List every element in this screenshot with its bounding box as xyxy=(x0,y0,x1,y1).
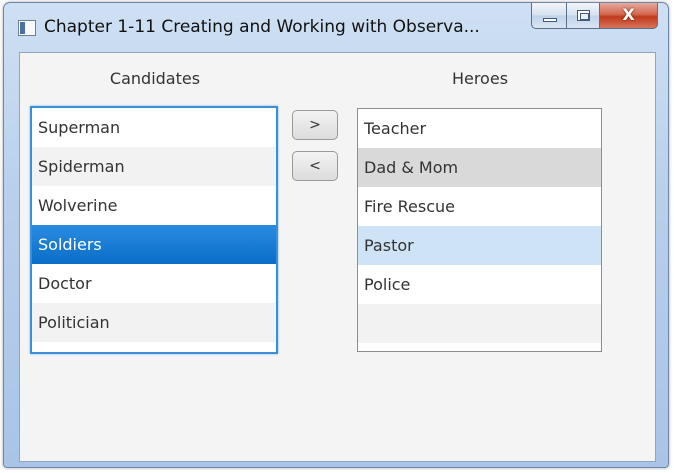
maximize-icon xyxy=(577,10,590,21)
app-icon[interactable] xyxy=(18,20,36,36)
heroes-list-item[interactable]: Fire Rescue xyxy=(358,187,601,226)
candidates-list-item[interactable]: Superman xyxy=(32,108,276,147)
title-bar[interactable]: Chapter 1-11 Creating and Working with O… xyxy=(4,3,668,50)
caption-buttons: X xyxy=(531,3,658,29)
window-title: Chapter 1-11 Creating and Working with O… xyxy=(44,17,480,37)
heroes-list-item[interactable]: Teacher xyxy=(358,109,601,148)
heroes-list[interactable]: Teacher Dad & Mom Fire Rescue Pastor Pol… xyxy=(357,108,602,352)
move-to-heroes-button[interactable]: > xyxy=(292,110,338,140)
client-area: Candidates Heroes Superman Spiderman Wol… xyxy=(19,52,656,462)
close-icon: X xyxy=(622,5,635,24)
candidates-list-item[interactable]: Politician xyxy=(32,303,276,342)
minimize-icon xyxy=(543,18,557,22)
candidates-list-item-selected[interactable]: Soldiers xyxy=(32,225,276,264)
heroes-list-empty-row xyxy=(358,304,601,343)
candidates-list[interactable]: Superman Spiderman Wolverine Soldiers Do… xyxy=(30,106,278,354)
candidates-list-item[interactable]: Spiderman xyxy=(32,147,276,186)
app-window: Chapter 1-11 Creating and Working with O… xyxy=(3,2,669,468)
candidates-label: Candidates xyxy=(109,69,201,88)
heroes-list-item-hover[interactable]: Pastor xyxy=(358,226,601,265)
heroes-label: Heroes xyxy=(451,69,509,88)
candidates-list-item[interactable]: Doctor xyxy=(32,264,276,303)
minimize-button[interactable] xyxy=(531,3,567,29)
close-button[interactable]: X xyxy=(600,3,658,29)
candidates-list-item[interactable]: Wolverine xyxy=(32,186,276,225)
maximize-button[interactable] xyxy=(567,3,600,29)
move-to-candidates-button[interactable]: < xyxy=(292,151,338,181)
heroes-list-item-focused[interactable]: Dad & Mom xyxy=(358,148,601,187)
heroes-list-item[interactable]: Police xyxy=(358,265,601,304)
